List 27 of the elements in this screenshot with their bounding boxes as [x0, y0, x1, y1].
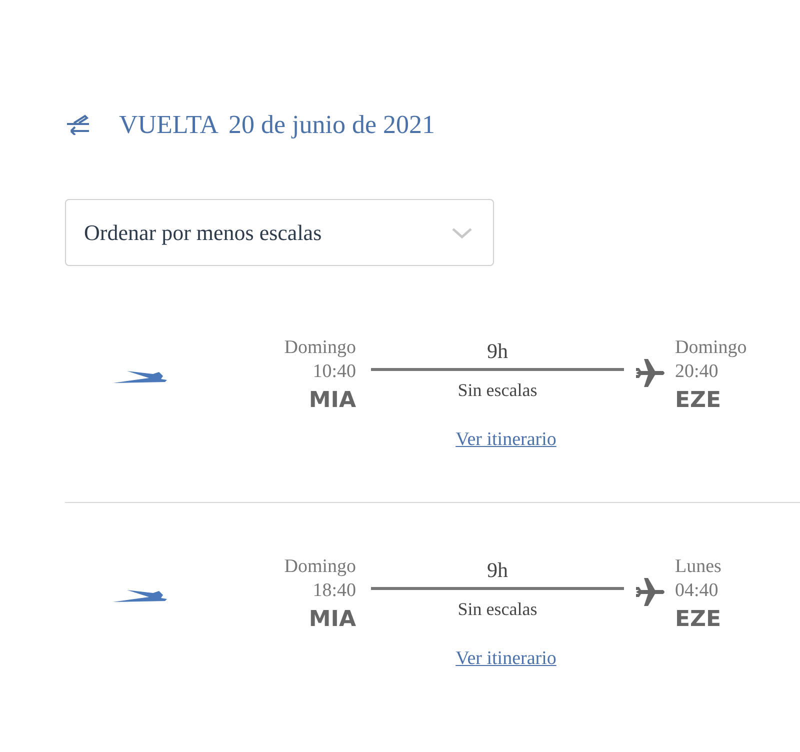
arrival-airport: EZE: [675, 606, 722, 634]
arrival-time: 20:40: [675, 360, 720, 384]
airplane-icon: [636, 359, 666, 387]
flight-duration: 9h: [486, 557, 509, 583]
airline-logo: [113, 370, 167, 384]
chevron-down-icon: [451, 226, 473, 238]
arrival-day: Domingo: [675, 336, 785, 360]
departure-day: Domingo: [237, 555, 356, 579]
itinerary-link[interactable]: Ver itinerario: [441, 645, 571, 674]
departure-airport: MIA: [308, 387, 356, 415]
trip-date: 20 de junio de 2021: [228, 108, 436, 140]
arrival-day: Lunes: [675, 555, 785, 579]
stops-label: Sin escalas: [456, 598, 538, 621]
departure-day: Domingo: [237, 336, 356, 360]
airplane-icon: [636, 578, 666, 606]
trip-label: VUELTA: [119, 108, 219, 140]
stops-label: Sin escalas: [456, 379, 538, 402]
sort-select[interactable]: Ordenar por menos escalas: [65, 199, 494, 266]
itinerary-link[interactable]: Ver itinerario: [441, 426, 571, 454]
arrival-time: 04:40: [675, 579, 720, 603]
arrival-airport: EZE: [675, 387, 722, 415]
departure-time: 10:40: [312, 360, 356, 384]
return-flight-icon: [65, 113, 91, 135]
departure-airport: MIA: [308, 606, 356, 634]
departure-time: 18:40: [312, 579, 356, 603]
airline-logo: [113, 589, 167, 603]
flight-duration: 9h: [486, 338, 509, 364]
